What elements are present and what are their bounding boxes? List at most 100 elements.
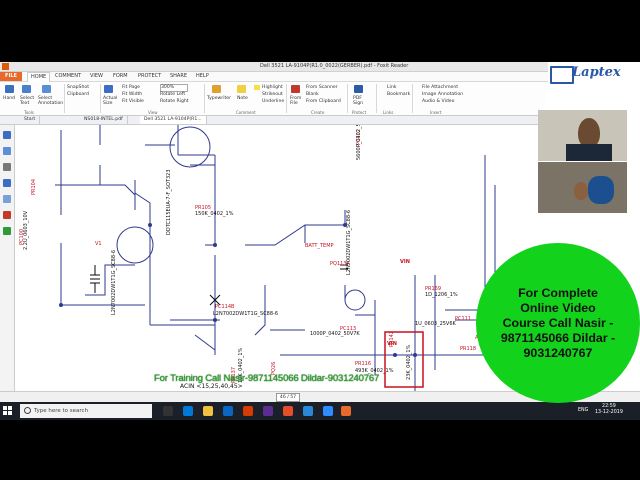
from-scanner-button[interactable]: From Scanner (306, 85, 338, 90)
actual-size-icon[interactable] (104, 85, 113, 93)
svg-text:L2N7002DW1T1G_SC88-6: L2N7002DW1T1G_SC88-6 (346, 210, 352, 275)
from-clipboard-button[interactable]: From Clipboard (306, 99, 341, 104)
tab-dell-3521[interactable]: Dell 3521 LA-9104P(R1... (140, 116, 207, 124)
svg-text:1D_1206_1%: 1D_1206_1% (425, 292, 458, 298)
page-number-field[interactable]: 46 / 57 (276, 393, 300, 402)
bookmark-button[interactable]: Bookmark (380, 92, 410, 97)
signature-icon[interactable] (3, 211, 11, 219)
select-annotation-icon[interactable] (42, 85, 51, 93)
tab-start[interactable]: Start (20, 116, 41, 124)
tab-share[interactable]: SHARE (170, 72, 187, 81)
lang-indicator[interactable]: ENG (578, 408, 588, 413)
fit-width-button[interactable]: Fit Width (122, 92, 142, 97)
svg-text:PC111: PC111 (455, 316, 471, 322)
note-icon[interactable] (237, 85, 246, 93)
protect-group-label: Protect (352, 110, 367, 115)
comments-icon[interactable] (3, 179, 11, 187)
laptex-logo: Laptex (548, 62, 640, 84)
app-icon[interactable] (263, 406, 273, 416)
audio-video-button[interactable]: Audio & Video (415, 99, 454, 104)
typewriter-icon[interactable] (212, 85, 221, 93)
select-text-button[interactable]: Select Text (20, 96, 34, 106)
office-icon[interactable] (243, 406, 253, 416)
note-button[interactable]: Note (237, 96, 248, 101)
divider (64, 84, 65, 113)
svg-text:V1: V1 (95, 241, 102, 247)
create-group-label: Create (311, 110, 325, 115)
svg-text:VIN: VIN (400, 259, 410, 265)
from-file-icon[interactable] (291, 85, 300, 93)
participant-hijab (588, 176, 614, 204)
tab-ns018-intel[interactable]: NS018-INTEL.pdf (80, 116, 128, 124)
windows-taskbar: Type here to search ENG 22:59 13-12-2019 (0, 402, 640, 420)
pdf-sign-icon[interactable] (354, 85, 363, 93)
link-button[interactable]: Link (380, 85, 396, 90)
tools-group-label: Tools (24, 110, 34, 115)
fit-page-button[interactable]: Fit Page (122, 85, 140, 90)
svg-text:L2N7002DW1T1G_SC88-6: L2N7002DW1T1G_SC88-6 (213, 311, 278, 317)
typewriter-button[interactable]: Typewriter (207, 96, 231, 101)
actual-size-button[interactable]: Actual Size (103, 96, 117, 106)
windows-start-icon[interactable] (3, 406, 13, 416)
tab-comment[interactable]: COMMENT (55, 72, 81, 81)
tab-protect[interactable]: PROTECT (138, 72, 161, 81)
snapshot-button[interactable]: SnapShot (67, 85, 89, 90)
clipboard-button[interactable]: Clipboard (67, 92, 89, 97)
schematic-drawing: PR104 PC100 PR105 PQ113A PC114B PR169 PC… (19, 125, 505, 408)
hand-button[interactable]: Hand (3, 96, 15, 101)
file-attachment-button[interactable]: File Attachment (415, 85, 458, 90)
hand-icon[interactable] (5, 85, 14, 93)
image-annotation-button[interactable]: Image Annotation (415, 92, 463, 97)
svg-text:2.2U_0603_10V: 2.2U_0603_10V (23, 210, 29, 250)
store-icon[interactable] (223, 406, 233, 416)
foxit-taskbar-icon[interactable] (341, 406, 351, 416)
search-icon (24, 407, 31, 414)
layers-icon[interactable] (3, 163, 11, 171)
divider (347, 84, 348, 113)
edge-icon[interactable] (183, 406, 193, 416)
attachments-icon[interactable] (3, 195, 11, 203)
svg-text:L2N7002DW1T1G_SC88-6: L2N7002DW1T1G_SC88-6 (111, 250, 117, 315)
svg-text:PR116: PR116 (355, 361, 371, 367)
tab-file[interactable]: FILE (0, 72, 22, 81)
divider (412, 84, 413, 113)
brand-name: Laptex (572, 65, 621, 80)
rotate-left-button[interactable]: Rotate Left (160, 92, 185, 97)
select-annotation-button[interactable]: Select Annotation (38, 96, 63, 106)
pdf-sign-button[interactable]: PDF Sign (353, 96, 365, 106)
svg-text:VIN: VIN (387, 341, 397, 347)
rotate-right-button[interactable]: Rotate Right (160, 99, 189, 104)
tab-view[interactable]: VIEW (90, 72, 103, 81)
app-logo-icon (2, 63, 9, 70)
svg-text:PR104: PR104 (31, 179, 37, 195)
fit-visible-button[interactable]: Fit Visible (122, 99, 144, 104)
navigation-panel (0, 125, 15, 408)
tab-help[interactable]: HELP (196, 72, 209, 81)
blank-button[interactable]: Blank (306, 92, 319, 97)
underline-button[interactable]: Underline (254, 99, 284, 104)
view-group-label: View (148, 110, 158, 115)
participant-face (574, 182, 588, 200)
svg-text:PC114B: PC114B (215, 304, 235, 310)
pages-icon[interactable] (3, 147, 11, 155)
taskbar-search[interactable]: Type here to search (20, 404, 152, 418)
from-file-button[interactable]: From File (290, 96, 302, 106)
tab-home[interactable]: HOME (27, 72, 51, 82)
task-view-icon[interactable] (163, 406, 173, 416)
explorer-icon[interactable] (203, 406, 213, 416)
security-icon[interactable] (3, 227, 11, 235)
divider (100, 84, 101, 113)
video-app-icon[interactable] (323, 406, 333, 416)
strikeout-button[interactable]: Strikeout (254, 92, 283, 97)
document-canvas[interactable]: PR104 PC100 PR105 PQ113A PC114B PR169 PC… (15, 125, 537, 408)
select-text-icon[interactable] (22, 85, 31, 93)
highlight-button[interactable]: Highlight (254, 85, 283, 90)
zoom-app-icon[interactable] (303, 406, 313, 416)
clock[interactable]: 22:59 13-12-2019 (595, 404, 623, 416)
window-title: Dell 3521 LA-9104P(R1.0_0022(GERBER).pdf… (260, 63, 409, 69)
zoom-select[interactable]: 300% (160, 84, 188, 92)
svg-text:1U_0603_25V6K: 1U_0603_25V6K (415, 321, 457, 327)
tab-form[interactable]: FORM (113, 72, 128, 81)
chrome-icon[interactable] (283, 406, 293, 416)
bookmarks-icon[interactable] (3, 131, 11, 139)
